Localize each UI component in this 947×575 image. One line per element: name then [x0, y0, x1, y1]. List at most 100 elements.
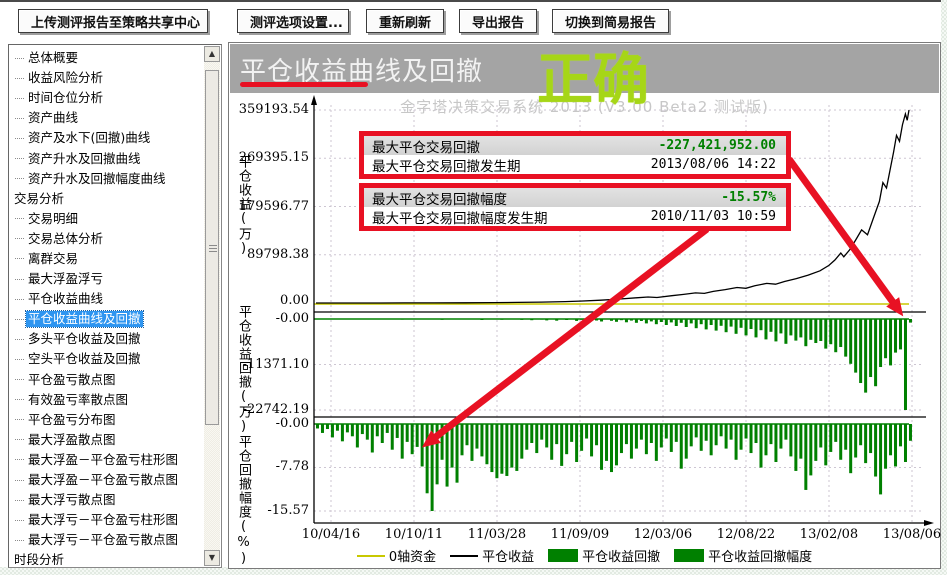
sidebar-item-label: 交易明细 [26, 211, 80, 227]
legend-swatch [674, 549, 704, 562]
stat-value: -227,421,952.00 [659, 138, 776, 153]
sidebar-item[interactable]: 最大浮亏－平仓盈亏柱形图 [11, 510, 203, 530]
report-tree: 总体概要收益风险分析时间仓位分析资产曲线资产及水下(回撤)曲线资产升水及回撤曲线… [11, 48, 203, 565]
sidebar-item-label: 平仓盈亏散点图 [26, 372, 118, 388]
y-tick-label: -15.57 [229, 503, 309, 518]
toolbar-button-2[interactable]: 重新刷新 [366, 9, 444, 33]
toolbar-button-1[interactable]: 测评选项设置... [237, 9, 349, 33]
sidebar-item[interactable]: 平仓收益曲线 [11, 289, 203, 309]
stat-label: 最大平仓交易回撤发生期 [372, 155, 521, 175]
sidebar-item-label: 平仓收益曲线及回撤 [26, 311, 143, 327]
sidebar-item-label: 最大浮盈－平仓盈亏柱形图 [26, 452, 180, 468]
y-tick-label: 89798.38 [229, 247, 309, 262]
sidebar-item-label: 时间仓位分析 [26, 90, 105, 106]
stat-label: 最大平仓交易回撤幅度发生期 [372, 207, 548, 227]
x-tick-label: 10/10/11 [376, 527, 452, 542]
sidebar-item-label: 最大浮亏－平仓盈亏柱形图 [26, 512, 180, 528]
legend-item: 0轴资金 [357, 546, 436, 565]
y-tick-label: -0.00 [229, 311, 309, 326]
stat-value: -15.57% [721, 190, 776, 205]
sidebar-item-label: 交易总体分析 [26, 231, 105, 247]
sidebar-item-label: 最大浮盈浮亏 [26, 271, 105, 287]
legend-item: 平仓收益回撤幅度 [674, 546, 812, 565]
x-tick-label: 10/04/16 [293, 527, 369, 542]
x-tick-label: 13/02/08 [791, 527, 867, 542]
report-sidebar: 总体概要收益风险分析时间仓位分析资产曲线资产及水下(回撤)曲线资产升水及回撤曲线… [8, 44, 222, 568]
sidebar-item[interactable]: 最大浮亏散点图 [11, 490, 203, 510]
sidebar-item-label: 多头平仓收益及回撤 [26, 331, 143, 347]
sidebar-item-label: 总体概要 [26, 50, 80, 66]
thumb-grip [209, 245, 217, 252]
profit-drawdown-chart [229, 43, 942, 570]
sidebar-item[interactable]: 交易明细 [11, 209, 203, 229]
legend-swatch [357, 555, 385, 557]
sidebar-item[interactable]: 时间仓位分析 [11, 88, 203, 108]
sidebar-item-label: 资产升水及回撤曲线 [26, 151, 143, 167]
y-tick-label: 179596.77 [229, 199, 309, 214]
sidebar-item[interactable]: 时段分析 [11, 550, 203, 565]
sidebar-item[interactable]: 最大浮盈浮亏 [11, 269, 203, 289]
sidebar-item-label: 资产及水下(回撤)曲线 [26, 130, 152, 146]
sidebar-item[interactable]: 最大浮亏－平仓盈亏散点图 [11, 530, 203, 550]
scroll-up-icon[interactable]: ▲ [204, 46, 220, 62]
scroll-down-icon[interactable]: ▼ [204, 550, 220, 566]
toolbar-button-3[interactable]: 导出报告 [459, 9, 537, 33]
x-tick-label: 12/03/06 [625, 527, 701, 542]
sidebar-item[interactable]: 最大浮盈－平仓盈亏散点图 [11, 470, 203, 490]
stat-label: 最大平仓交易回撤幅度 [372, 188, 507, 208]
app-window: 上传测评报告至策略共享中心 测评选项设置... 重新刷新导出报告切换到简易报告 总体… [0, 0, 947, 575]
sidebar-item-label: 平仓收益曲线 [26, 291, 105, 307]
sidebar-item[interactable]: 交易总体分析 [11, 229, 203, 249]
legend-swatch [450, 555, 478, 557]
sidebar-item-label: 最大浮亏－平仓盈亏散点图 [26, 532, 180, 548]
y-tick-label: 359193.54 [229, 102, 309, 117]
sidebar-item[interactable]: 离群交易 [11, 249, 203, 269]
toolbar-button-0[interactable]: 上传测评报告至策略共享中心 [18, 9, 208, 33]
sidebar-item-label: 资产升水及回撤幅度曲线 [26, 171, 168, 187]
sidebar-item[interactable]: 总体概要 [11, 48, 203, 68]
sidebar-item[interactable]: 平仓盈亏散点图 [11, 370, 203, 390]
sidebar-item-label: 离群交易 [26, 251, 80, 267]
chart-panel: 金字塔决策交易系统 2013 (V3.00 Beta2 测试版) 平仓收益曲线及… [228, 42, 941, 569]
stat-label: 最大平仓交易回撤 [372, 136, 480, 156]
toolbar-button-4[interactable]: 切换到简易报告 [552, 9, 669, 33]
sidebar-item[interactable]: 平仓盈亏分布图 [11, 410, 203, 430]
sidebar-item[interactable]: 资产曲线 [11, 108, 203, 128]
stat-value: 2013/08/06 14:22 [651, 157, 776, 172]
correct-stamp: 正确 [537, 53, 649, 109]
sidebar-item[interactable]: 交易分析 [11, 189, 203, 209]
y-tick-label: -0.00 [229, 416, 309, 431]
sidebar-item-label: 收益风险分析 [26, 70, 105, 86]
legend-label: 平仓收益 [482, 546, 534, 565]
sidebar-item-label: 最大浮盈－平仓盈亏散点图 [26, 472, 180, 488]
sidebar-item[interactable]: 最大浮盈－平仓盈亏柱形图 [11, 450, 203, 470]
y-tick-label: 0.00 [229, 293, 309, 308]
scrollbar-thumb[interactable] [205, 70, 219, 425]
stat-value: 2010/11/03 10:59 [651, 209, 776, 224]
x-tick-label: 11/09/09 [542, 527, 618, 542]
sidebar-item[interactable]: 资产升水及回撤幅度曲线 [11, 169, 203, 189]
y-axis-title-drawdown: 平仓收益回撤(万)平仓回撤幅度(%) [234, 305, 253, 567]
max-drawdown-annotation-box: 最大平仓交易回撤 -227,421,952.00 最大平仓交易回撤发生期 201… [359, 131, 791, 179]
sidebar-item-selected[interactable]: 平仓收益曲线及回撤 [11, 309, 203, 329]
max-drawdown-pct-annotation-box: 最大平仓交易回撤幅度 -15.57% 最大平仓交易回撤幅度发生期 2010/11… [359, 183, 791, 231]
sidebar-item-label: 时段分析 [12, 552, 66, 565]
sidebar-item[interactable]: 资产及水下(回撤)曲线 [11, 128, 203, 148]
report-window-body: 上传测评报告至策略共享中心 测评选项设置... 重新刷新导出报告切换到简易报告 总体… [0, 0, 941, 567]
sidebar-item[interactable]: 有效盈亏率散点图 [11, 390, 203, 410]
y-tick-label: -22742.19 [229, 402, 309, 417]
toolbar: 上传测评报告至策略共享中心 测评选项设置... 重新刷新导出报告切换到简易报告 [0, 4, 941, 42]
sidebar-scrollbar[interactable]: ▲ ▼ [204, 46, 220, 566]
sidebar-item[interactable]: 收益风险分析 [11, 68, 203, 88]
sidebar-item[interactable]: 最大浮盈散点图 [11, 430, 203, 450]
legend-label: 平仓收益回撤幅度 [708, 546, 812, 565]
legend-label: 平仓收益回撤 [582, 546, 660, 565]
sidebar-item[interactable]: 空头平仓收益及回撤 [11, 349, 203, 369]
sidebar-item[interactable]: 资产升水及回撤曲线 [11, 148, 203, 168]
chart-legend: 0轴资金 平仓收益 平仓收益回撤 平仓收益回撤幅度 [229, 546, 940, 565]
y-tick-label: 269395.15 [229, 150, 309, 165]
sidebar-item-label: 资产曲线 [26, 110, 80, 126]
sidebar-item[interactable]: 多头平仓收益及回撤 [11, 329, 203, 349]
sidebar-item-label: 最大浮盈散点图 [26, 432, 118, 448]
legend-item: 平仓收益 [450, 546, 534, 565]
